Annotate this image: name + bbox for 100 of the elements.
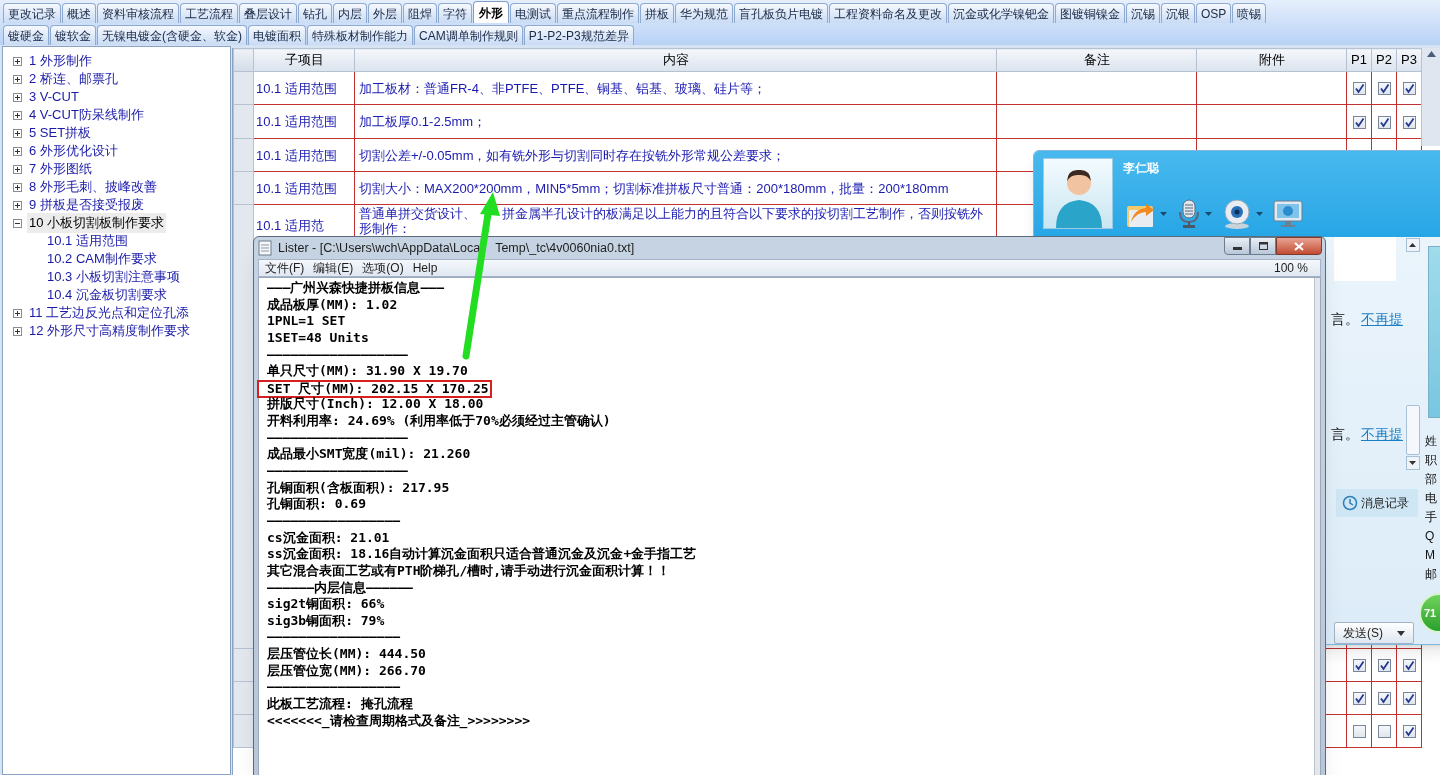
column-header[interactable]: 附件 <box>1196 48 1347 72</box>
tree-item[interactable]: 10 小板切割板制作要求 <box>27 213 167 233</box>
expand-icon[interactable] <box>13 128 22 138</box>
tab[interactable]: P1-P2-P3规范差异 <box>523 25 634 45</box>
tab[interactable]: 外形 <box>473 1 509 23</box>
tab[interactable]: 电镀面积 <box>248 25 306 45</box>
tree-item[interactable]: 10.2 CAM制作要求 <box>45 249 159 269</box>
tab[interactable]: 钻孔 <box>298 3 332 23</box>
tree-item[interactable]: 9 拼板是否接受报废 <box>27 195 146 215</box>
tab[interactable]: 镀硬金 <box>3 25 49 45</box>
row-header[interactable] <box>233 204 254 649</box>
checkbox[interactable] <box>1352 692 1366 706</box>
tree-item[interactable]: 10.1 适用范围 <box>45 231 130 251</box>
scrollbar[interactable] <box>1405 238 1420 470</box>
tab[interactable]: 沉锡 <box>1126 3 1160 23</box>
tab[interactable]: 叠层设计 <box>239 3 297 23</box>
dismiss-link[interactable]: 不再提 <box>1361 424 1403 445</box>
tab[interactable]: 沉银 <box>1161 3 1195 23</box>
tab[interactable]: 无镍电镀金(含硬金、软金) <box>97 25 247 45</box>
tab[interactable]: 概述 <box>62 3 96 23</box>
checkbox[interactable] <box>1402 82 1416 96</box>
monitor-globe-icon[interactable] <box>1273 200 1303 228</box>
expand-icon[interactable] <box>13 200 22 210</box>
tree-item[interactable]: 10.4 沉金板切割要求 <box>45 285 169 305</box>
tab[interactable]: 外层 <box>368 3 402 23</box>
menu-item[interactable]: Help <box>412 259 438 277</box>
tab[interactable]: 工程资料命名及更改 <box>829 3 947 23</box>
message-history-button[interactable]: 消息记录 <box>1336 489 1418 517</box>
tab[interactable]: 电测试 <box>510 3 556 23</box>
collapse-icon[interactable] <box>13 218 22 228</box>
checkbox[interactable] <box>1377 725 1391 739</box>
checkbox[interactable] <box>1352 115 1366 129</box>
checkbox[interactable] <box>1402 115 1416 129</box>
tab[interactable]: 字符 <box>438 3 472 23</box>
webcam-icon[interactable] <box>1222 199 1252 229</box>
expand-icon[interactable] <box>13 56 22 66</box>
scroll-up-icon[interactable] <box>1426 51 1436 57</box>
scroll-thumb[interactable] <box>1405 405 1420 455</box>
scroll-down-button[interactable] <box>1405 456 1420 470</box>
column-header[interactable]: P1 <box>1346 48 1372 72</box>
tree-item[interactable]: 10.3 小板切割注意事项 <box>45 267 182 287</box>
tree-item[interactable]: 7 外形图纸 <box>27 159 94 179</box>
expand-icon[interactable] <box>13 146 22 156</box>
row-header[interactable] <box>233 681 254 715</box>
tab[interactable]: 更改记录 <box>3 3 61 23</box>
column-header[interactable]: P2 <box>1371 48 1397 72</box>
tree-item[interactable]: 2 桥连、邮票孔 <box>27 69 120 89</box>
expand-icon[interactable] <box>13 92 22 102</box>
tree-item[interactable]: 4 V-CUT防呆线制作 <box>27 105 146 125</box>
minimize-button[interactable] <box>1224 237 1250 255</box>
tree-item[interactable]: 1 外形制作 <box>27 51 94 71</box>
expand-icon[interactable] <box>13 110 22 120</box>
tree-item[interactable]: 5 SET拼板 <box>27 123 94 143</box>
expand-icon[interactable] <box>13 182 22 192</box>
menu-item[interactable]: 文件(F) <box>265 259 305 277</box>
send-button[interactable]: 发送(S) <box>1334 622 1414 644</box>
tab[interactable]: 拼板 <box>640 3 674 23</box>
tab[interactable]: CAM调单制作规则 <box>414 25 523 45</box>
close-button[interactable] <box>1276 237 1322 255</box>
checkbox[interactable] <box>1352 659 1366 673</box>
tab[interactable]: 内层 <box>333 3 367 23</box>
scrollbar[interactable] <box>1421 48 1440 146</box>
tab[interactable]: 特殊板材制作能力 <box>307 25 413 45</box>
checkbox[interactable] <box>1402 659 1416 673</box>
caret-icon[interactable] <box>1256 212 1263 216</box>
row-header[interactable] <box>233 648 254 682</box>
tree-item[interactable]: 3 V-CUT <box>27 87 81 107</box>
checkbox[interactable] <box>1352 725 1366 739</box>
microphone-icon[interactable] <box>1177 199 1201 229</box>
tab[interactable]: 工艺流程 <box>180 3 238 23</box>
expand-icon[interactable] <box>13 308 22 318</box>
column-header[interactable]: P3 <box>1396 48 1422 72</box>
tab[interactable]: 重点流程制作 <box>557 3 639 23</box>
row-header[interactable] <box>233 714 254 748</box>
tab[interactable]: 资料审核流程 <box>97 3 179 23</box>
column-header[interactable]: 内容 <box>354 48 997 72</box>
caret-icon[interactable] <box>1160 212 1167 216</box>
checkbox[interactable] <box>1377 115 1391 129</box>
column-header[interactable]: 子项目 <box>253 48 355 72</box>
tab[interactable]: 阻焊 <box>403 3 437 23</box>
tab[interactable]: 图镀铜镍金 <box>1055 3 1125 23</box>
scrollbar[interactable] <box>1314 278 1320 775</box>
tab[interactable]: 喷锡 <box>1232 3 1267 23</box>
column-header[interactable]: 备注 <box>996 48 1197 72</box>
tab[interactable]: 镀软金 <box>50 25 96 45</box>
tab[interactable]: 华为规范 <box>675 3 733 23</box>
scroll-up-button[interactable] <box>1405 238 1420 252</box>
expand-icon[interactable] <box>13 164 22 174</box>
maximize-button[interactable] <box>1250 237 1276 255</box>
menu-item[interactable]: 选项(O) <box>362 259 404 277</box>
tab[interactable]: OSP <box>1196 3 1232 23</box>
checkbox[interactable] <box>1352 82 1366 96</box>
tab[interactable]: 盲孔板负片电镀 <box>734 3 828 23</box>
dismiss-link[interactable]: 不再提 <box>1361 309 1403 330</box>
checkbox[interactable] <box>1402 725 1416 739</box>
tree-item[interactable]: 6 外形优化设计 <box>27 141 120 161</box>
caret-icon[interactable] <box>1205 212 1212 216</box>
checkbox[interactable] <box>1377 82 1391 96</box>
tree-item[interactable]: 12 外形尺寸高精度制作要求 <box>27 321 193 341</box>
tree-item[interactable]: 8 外形毛刺、披峰改善 <box>27 177 159 197</box>
